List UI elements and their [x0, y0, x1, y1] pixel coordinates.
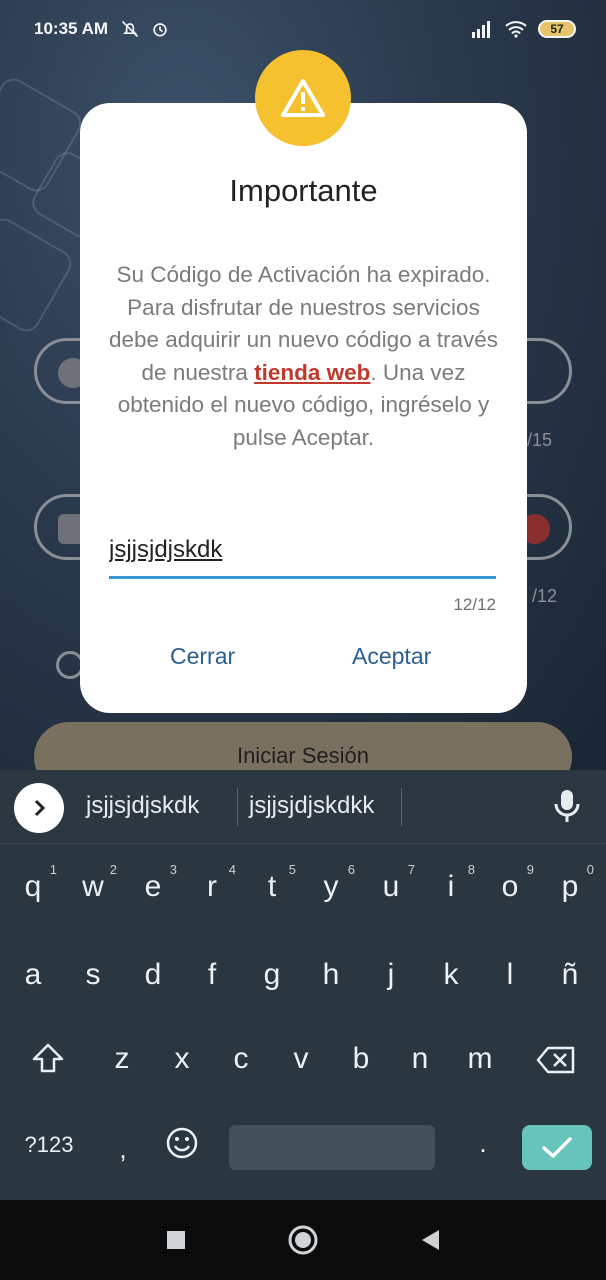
web-store-link[interactable]: tienda web	[254, 360, 370, 385]
backspace-key[interactable]	[528, 1046, 584, 1082]
symbols-key[interactable]: ?123	[14, 1132, 84, 1158]
key-b[interactable]: b	[333, 1042, 389, 1076]
key-p[interactable]: p0	[542, 862, 598, 904]
status-time: 10:35 AM	[34, 19, 109, 38]
suggestion-1[interactable]: jsjjsjdjskdk	[86, 792, 199, 820]
signal-icon	[472, 21, 490, 38]
alarm-icon	[153, 23, 167, 37]
key-r[interactable]: r4	[184, 862, 240, 904]
password-counter: /12	[532, 586, 558, 606]
microphone-icon	[554, 790, 580, 822]
key-l[interactable]: l	[482, 958, 538, 992]
period-key[interactable]: .	[470, 1128, 496, 1159]
battery-indicator: 57	[538, 20, 576, 38]
emoji-icon	[166, 1127, 198, 1159]
key-w[interactable]: w2	[65, 862, 121, 904]
enter-key[interactable]	[522, 1125, 592, 1170]
key-v[interactable]: v	[273, 1042, 329, 1076]
username-counter: /15	[527, 430, 553, 450]
suggestion-bar: jsjjsjdjskdk jsjjsjdjskdkk	[0, 770, 606, 844]
key-y[interactable]: y6	[303, 862, 359, 904]
key-t[interactable]: t5	[244, 862, 300, 904]
dialog-title: Importante	[229, 173, 378, 208]
key-d[interactable]: d	[125, 958, 181, 992]
emoji-key[interactable]	[164, 1126, 200, 1166]
accept-button[interactable]: Aceptar	[352, 643, 431, 670]
key-f[interactable]: f	[184, 958, 240, 992]
warning-badge	[255, 50, 351, 146]
key-m[interactable]: m	[452, 1042, 508, 1076]
key-n-tilde[interactable]: ñ	[542, 958, 598, 992]
suggestion-divider	[401, 788, 402, 826]
home-icon[interactable]	[287, 1224, 319, 1256]
key-c[interactable]: c	[213, 1042, 269, 1076]
key-o[interactable]: o9	[482, 862, 538, 904]
activation-code-input[interactable]	[109, 523, 496, 579]
key-a[interactable]: a	[5, 958, 61, 992]
comma-key[interactable]: ,	[108, 1134, 138, 1165]
background-decoration	[0, 213, 77, 337]
activation-expired-dialog: Importante Su Código de Activación ha ex…	[80, 103, 527, 713]
key-z[interactable]: z	[94, 1042, 150, 1076]
key-s[interactable]: s	[65, 958, 121, 992]
close-button[interactable]: Cerrar	[170, 643, 235, 670]
key-k[interactable]: k	[423, 958, 479, 992]
key-j[interactable]: j	[363, 958, 419, 992]
back-icon[interactable]	[419, 1228, 441, 1252]
key-u[interactable]: u7	[363, 862, 419, 904]
space-key[interactable]	[229, 1125, 435, 1170]
chevron-right-icon	[34, 799, 46, 817]
warning-icon	[281, 79, 325, 117]
bell-off-icon	[121, 20, 139, 38]
backspace-icon	[536, 1046, 575, 1074]
key-g[interactable]: g	[244, 958, 300, 992]
suggestion-2[interactable]: jsjjsjdjskdkk	[249, 792, 374, 820]
shift-key[interactable]	[20, 1042, 76, 1082]
shift-icon	[32, 1043, 64, 1073]
key-e[interactable]: e3	[125, 862, 181, 904]
checkmark-icon	[542, 1136, 572, 1158]
mic-button[interactable]	[553, 788, 581, 829]
suggestions-expand-button[interactable]	[14, 783, 64, 833]
key-x[interactable]: x	[154, 1042, 210, 1076]
char-counter: 12/12	[453, 595, 496, 614]
wifi-icon	[505, 21, 527, 38]
navigation-bar	[0, 1200, 606, 1280]
key-h[interactable]: h	[303, 958, 359, 992]
key-q[interactable]: q1	[5, 862, 61, 904]
suggestion-divider	[237, 788, 238, 826]
soft-keyboard: jsjjsjdjskdk jsjjsjdjskdkk q1 w2 e3 r4 t…	[0, 770, 606, 1200]
key-n[interactable]: n	[392, 1042, 448, 1076]
recents-icon[interactable]	[165, 1229, 187, 1251]
dialog-message: Su Código de Activación ha expirado. Par…	[106, 259, 501, 454]
key-i[interactable]: i8	[423, 862, 479, 904]
